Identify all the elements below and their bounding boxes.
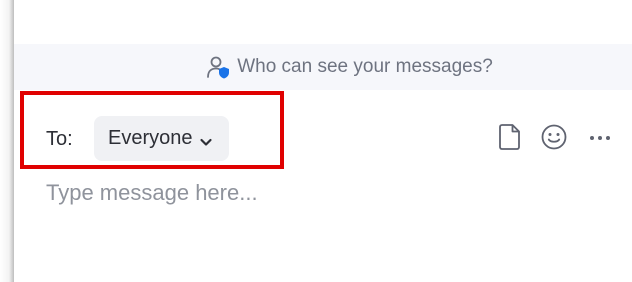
file-icon [498, 123, 522, 156]
to-label: To: [46, 128, 73, 150]
more-options-button[interactable] [586, 125, 614, 153]
message-compose-area: To: Everyone [14, 90, 632, 282]
emoji-icon [540, 123, 568, 156]
recipient-value: Everyone [108, 127, 193, 149]
message-input[interactable] [46, 175, 606, 211]
chat-panel: Who can see your messages? To: Everyone [14, 0, 632, 282]
more-icon [588, 130, 612, 148]
recipient-dropdown[interactable]: Everyone [94, 116, 229, 161]
recipient-row: To: Everyone [14, 90, 632, 186]
file-button[interactable] [496, 123, 524, 156]
emoji-button[interactable] [540, 123, 568, 156]
chevron-down-icon [199, 132, 213, 146]
message-privacy-link[interactable]: Who can see your messages? [205, 54, 493, 80]
panel-left-border [0, 0, 14, 282]
chat-panel-frame: Who can see your messages? To: Everyone [0, 0, 632, 282]
message-privacy-bar[interactable]: Who can see your messages? [14, 44, 632, 90]
message-privacy-text: Who can see your messages? [237, 56, 493, 77]
user-shield-icon [205, 54, 231, 80]
